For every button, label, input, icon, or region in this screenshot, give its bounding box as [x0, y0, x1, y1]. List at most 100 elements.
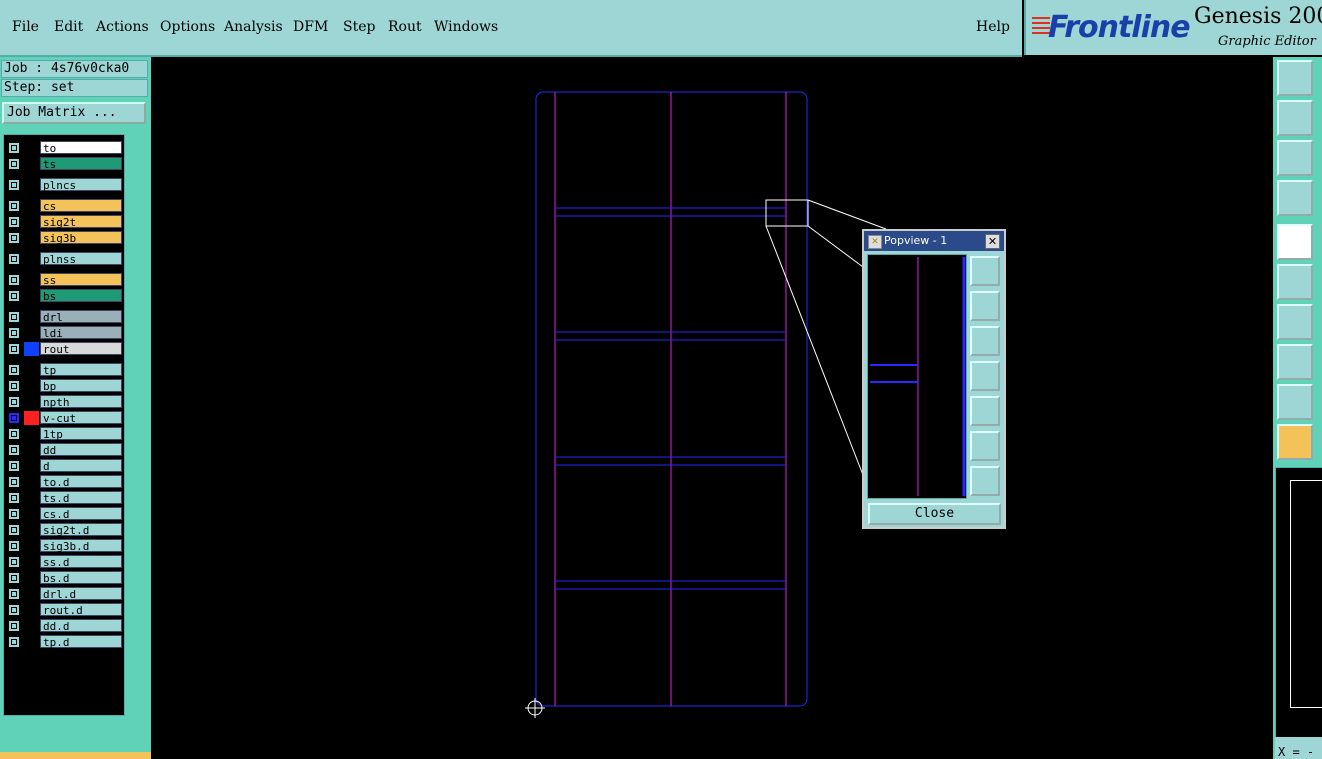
layer-color-swatch[interactable] [24, 491, 39, 505]
layer-name[interactable]: plncs [40, 178, 122, 192]
pan-up-icon[interactable] [970, 291, 1000, 321]
layer-row-dd[interactable]: dd [4, 443, 123, 457]
layer-checkbox[interactable] [9, 397, 19, 407]
pan-right-icon[interactable] [970, 396, 1000, 426]
layer-color-swatch[interactable] [24, 555, 39, 569]
layer-row-plnss[interactable]: plnss [4, 252, 123, 266]
layer-row-d[interactable]: d [4, 459, 123, 473]
layer-color-swatch[interactable] [24, 635, 39, 649]
layer-checkbox[interactable] [9, 589, 19, 599]
layer-name[interactable]: rout.d [40, 603, 122, 617]
layer-checkbox[interactable] [9, 217, 19, 227]
layer-row-sig3b[interactable]: sig3b [4, 231, 123, 245]
layer-checkbox[interactable] [9, 365, 19, 375]
menu-actions[interactable]: Actions [96, 19, 149, 35]
layer-checkbox[interactable] [9, 621, 19, 631]
layer-color-swatch[interactable] [24, 289, 39, 303]
layer-name[interactable]: ss [40, 273, 122, 287]
layer-color-swatch[interactable] [24, 427, 39, 441]
layer-color-swatch[interactable] [24, 603, 39, 617]
layer-row-ldi[interactable]: ldi [4, 326, 123, 340]
layer-name[interactable]: bp [40, 379, 122, 393]
layer-row-npth[interactable]: npth [4, 395, 123, 409]
layer-color-swatch[interactable] [24, 395, 39, 409]
layer-row-cs[interactable]: cs [4, 199, 123, 213]
layer-name[interactable]: plnss [40, 252, 122, 266]
popview-titlebar[interactable]: ✕ Popview - 1 ✕ [864, 231, 1004, 251]
layer-row-ts.d[interactable]: ts.d [4, 491, 123, 505]
menu-step[interactable]: Step [343, 19, 375, 35]
layer-checkbox[interactable] [9, 573, 19, 583]
pad-tool-icon[interactable] [1277, 224, 1313, 260]
layer-color-swatch[interactable] [24, 342, 39, 356]
layer-name[interactable]: sig2t [40, 215, 122, 229]
layer-checkbox[interactable] [9, 381, 19, 391]
layer-row-plncs[interactable]: plncs [4, 178, 123, 192]
layer-color-swatch[interactable] [24, 231, 39, 245]
layer-color-swatch[interactable] [24, 363, 39, 377]
menu-options[interactable]: Options [160, 19, 215, 35]
layer-name[interactable]: drl [40, 310, 122, 324]
layer-color-swatch[interactable] [24, 475, 39, 489]
snap-tool-icon[interactable] [1277, 344, 1313, 380]
layer-checkbox[interactable] [9, 180, 19, 190]
layer-name[interactable]: ss.d [40, 555, 122, 569]
layer-checkbox[interactable] [9, 493, 19, 503]
layer-row-sig2t.d[interactable]: sig2t.d [4, 523, 123, 537]
layer-checkbox[interactable] [9, 461, 19, 471]
zoom-out-icon[interactable] [970, 431, 1000, 461]
layer-row-tp[interactable]: tp [4, 363, 123, 377]
layer-name[interactable]: bs.d [40, 571, 122, 585]
layer-row-ss[interactable]: ss [4, 273, 123, 287]
layer-row-tp.d[interactable]: tp.d [4, 635, 123, 649]
layer-row-1tp[interactable]: 1tp [4, 427, 123, 441]
menu-dfm[interactable]: DFM [293, 19, 328, 35]
layer-name[interactable]: rout [40, 342, 122, 356]
layer-checkbox[interactable] [9, 328, 19, 338]
layer-row-rout.d[interactable]: rout.d [4, 603, 123, 617]
layer-name[interactable]: to.d [40, 475, 122, 489]
layer-name[interactable]: npth [40, 395, 122, 409]
layer-row-drl.d[interactable]: drl.d [4, 587, 123, 601]
layer-row-dd.d[interactable]: dd.d [4, 619, 123, 633]
menu-help[interactable]: Help [976, 19, 1010, 35]
layer-color-swatch[interactable] [24, 571, 39, 585]
overview-map[interactable] [1275, 467, 1322, 739]
layer-checkbox[interactable] [9, 477, 19, 487]
layer-checkbox[interactable] [9, 275, 19, 285]
layer-checkbox[interactable] [9, 509, 19, 519]
angle-tool-icon[interactable] [1277, 304, 1313, 340]
layer-name[interactable]: sig3b.d [40, 539, 122, 553]
layer-name[interactable]: sig3b [40, 231, 122, 245]
layer-row-rout[interactable]: rout [4, 342, 123, 356]
layer-color-swatch[interactable] [24, 507, 39, 521]
layer-row-bs.d[interactable]: bs.d [4, 571, 123, 585]
layer-color-swatch[interactable] [24, 199, 39, 213]
layer-color-swatch[interactable] [24, 178, 39, 192]
layer-row-bp[interactable]: bp [4, 379, 123, 393]
layer-color-swatch[interactable] [24, 411, 39, 425]
menu-edit[interactable]: Edit [54, 19, 83, 35]
zoom-home-icon[interactable] [1277, 60, 1313, 96]
layer-row-cs.d[interactable]: cs.d [4, 507, 123, 521]
layer-color-swatch[interactable] [24, 619, 39, 633]
layer-color-swatch[interactable] [24, 523, 39, 537]
layer-name[interactable]: tp [40, 363, 122, 377]
layer-name[interactable]: drl.d [40, 587, 122, 601]
layer-color-swatch[interactable] [24, 273, 39, 287]
pan-down-icon[interactable] [970, 326, 1000, 356]
layer-checkbox[interactable] [9, 291, 19, 301]
layer-name[interactable]: dd [40, 443, 122, 457]
layer-row-drl[interactable]: drl [4, 310, 123, 324]
layer-checkbox[interactable] [9, 605, 19, 615]
menu-analysis[interactable]: Analysis [224, 19, 283, 35]
layer-checkbox[interactable] [9, 143, 19, 153]
layer-checkbox[interactable] [9, 344, 19, 354]
layer-color-swatch[interactable] [24, 326, 39, 340]
layer-name[interactable]: v-cut [40, 411, 122, 425]
layer-row-to.d[interactable]: to.d [4, 475, 123, 489]
popview-canvas[interactable] [867, 254, 967, 499]
zoom-fit-icon[interactable] [1277, 140, 1313, 176]
layer-row-bs[interactable]: bs [4, 289, 123, 303]
layer-color-swatch[interactable] [24, 587, 39, 601]
